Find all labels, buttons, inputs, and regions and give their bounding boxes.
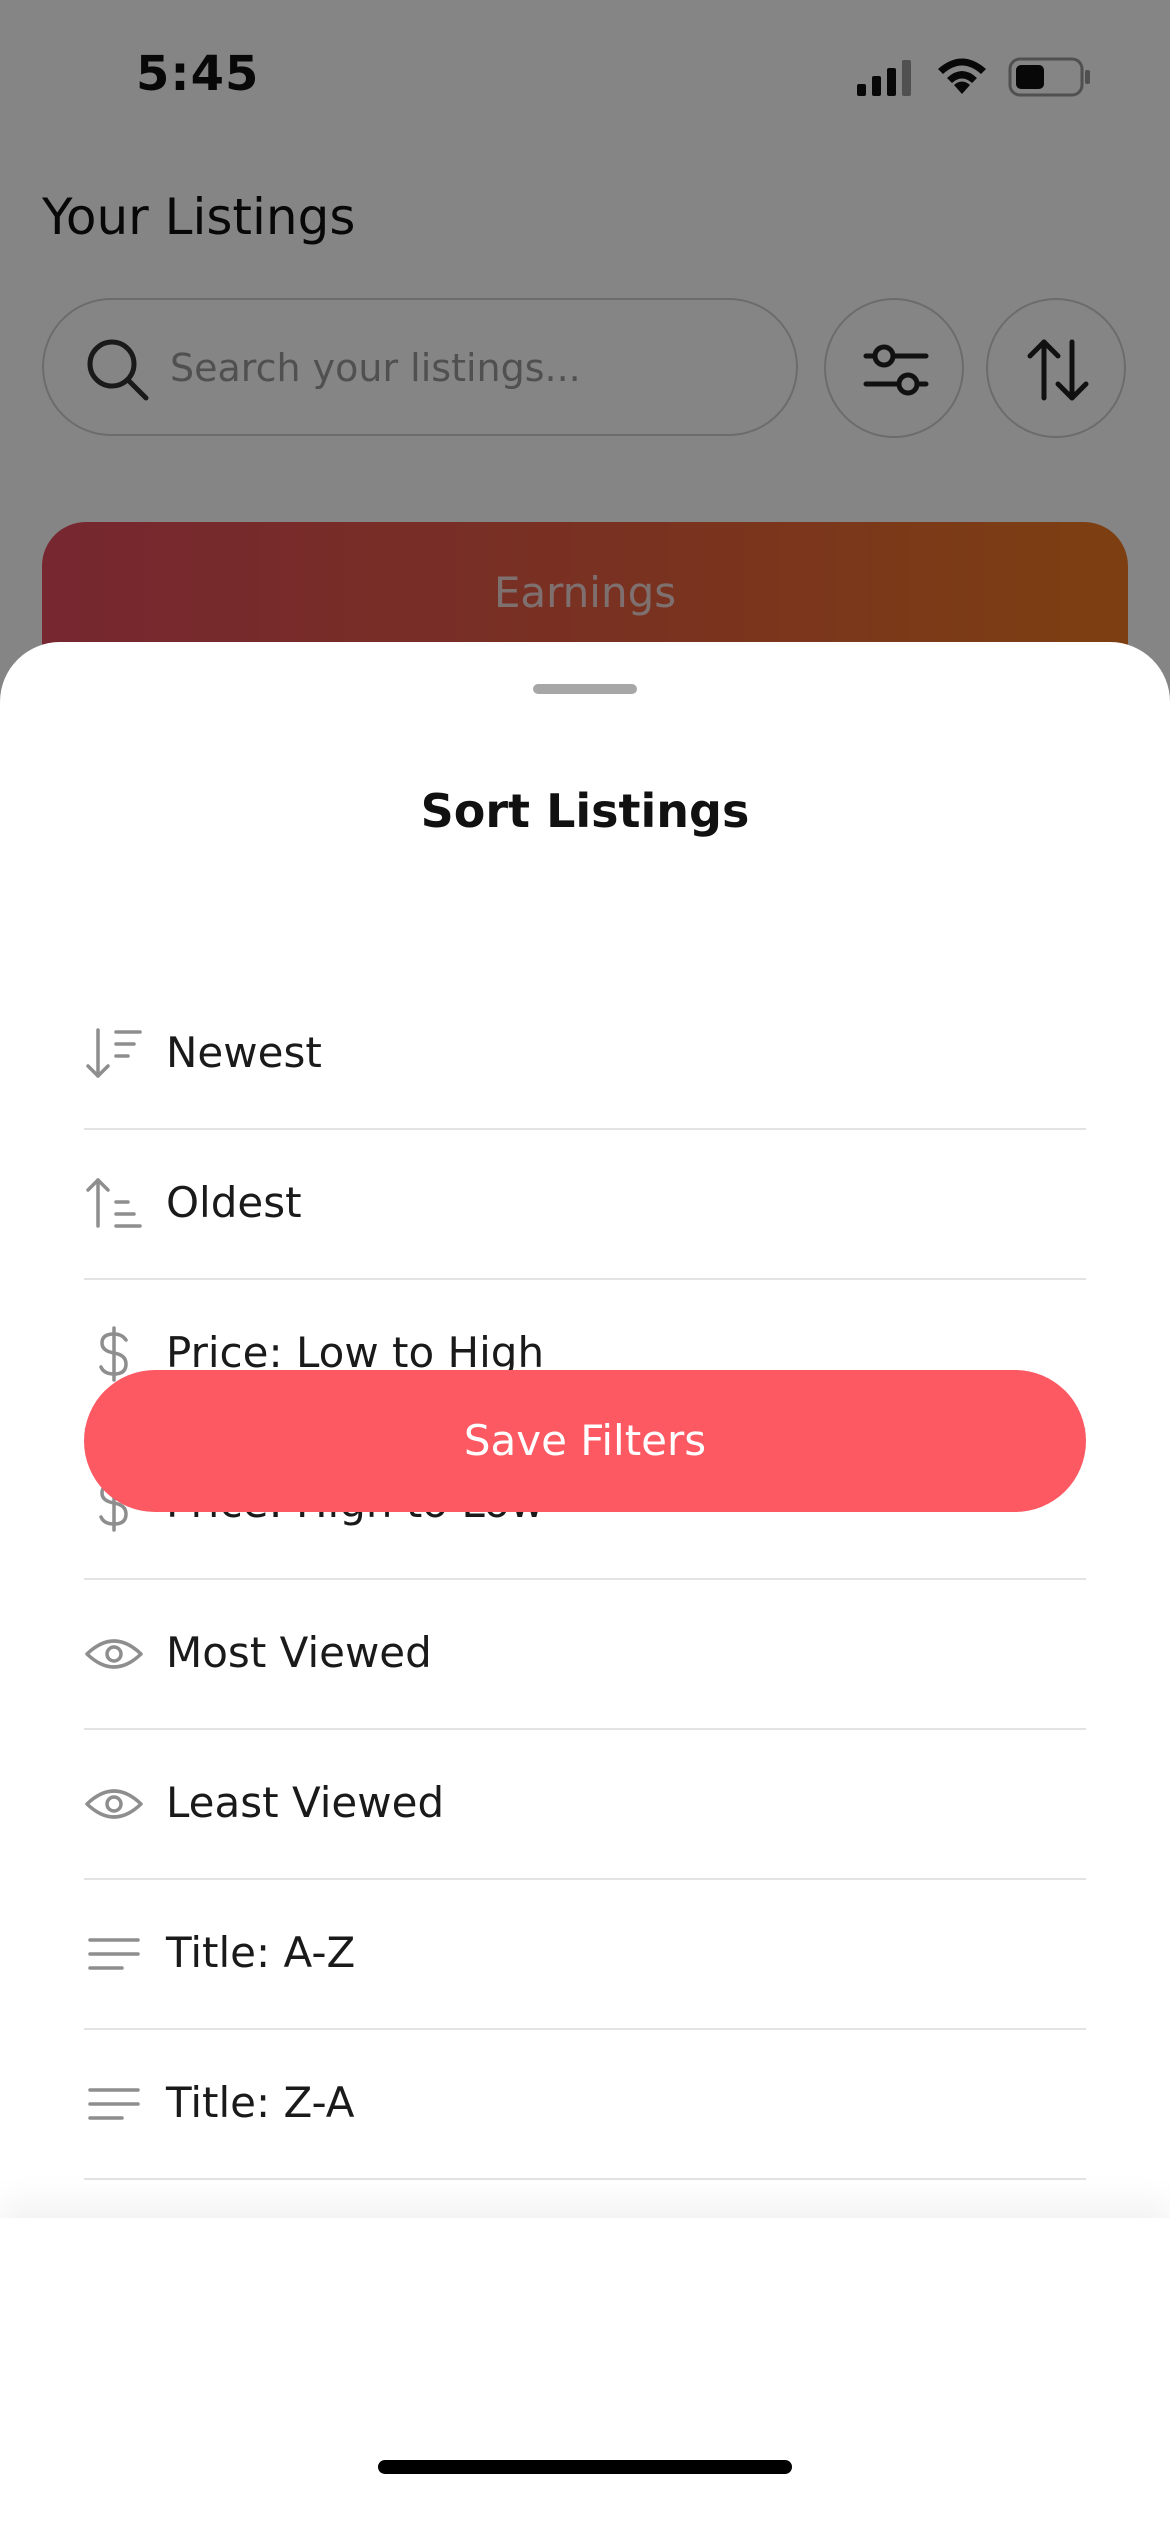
sort-option-label: Title: A-Z — [166, 1928, 356, 1977]
sort-option-least-viewed[interactable]: Least Viewed — [84, 1730, 1086, 1880]
sort-options-list: Newest Oldest Price: Low to High Most Vi… — [84, 980, 1086, 2180]
home-indicator — [378, 2460, 792, 2474]
eye-icon — [85, 1639, 143, 1669]
sort-option-label: Newest — [166, 1028, 322, 1077]
sort-option-label: Least Viewed — [166, 1778, 445, 1827]
sort-option-title-a-z[interactable]: Title: A-Z — [84, 1880, 1086, 2030]
sheet-grabber-handle[interactable] — [533, 684, 637, 694]
sheet-title: Sort Listings — [420, 784, 750, 838]
align-left-icon — [88, 2088, 140, 2120]
eye-icon — [85, 1789, 143, 1819]
sort-bottom-sheet: Sort Listings Newest Oldest Price: Low t… — [0, 642, 1170, 2532]
align-left-icon — [88, 1938, 140, 1970]
sort-option-most-viewed[interactable]: Most Viewed — [84, 1580, 1086, 1730]
sort-option-oldest[interactable]: Oldest — [84, 1130, 1086, 1280]
sort-ascending-icon — [86, 1178, 142, 1228]
sort-option-label: Title: Z-A — [166, 2078, 355, 2127]
sort-option-label: Most Viewed — [166, 1628, 432, 1677]
sort-descending-icon — [86, 1028, 142, 1078]
sheet-footer — [0, 2218, 1170, 2532]
sort-option-label: Oldest — [166, 1178, 302, 1227]
save-filters-button[interactable]: Save Filters — [84, 1370, 1086, 1512]
sort-option-title-z-a[interactable]: Title: Z-A — [84, 2030, 1086, 2180]
sort-option-newest[interactable]: Newest — [84, 980, 1086, 1130]
app-screen: 5:45 Your Listings Search your listings.… — [0, 0, 1170, 2532]
